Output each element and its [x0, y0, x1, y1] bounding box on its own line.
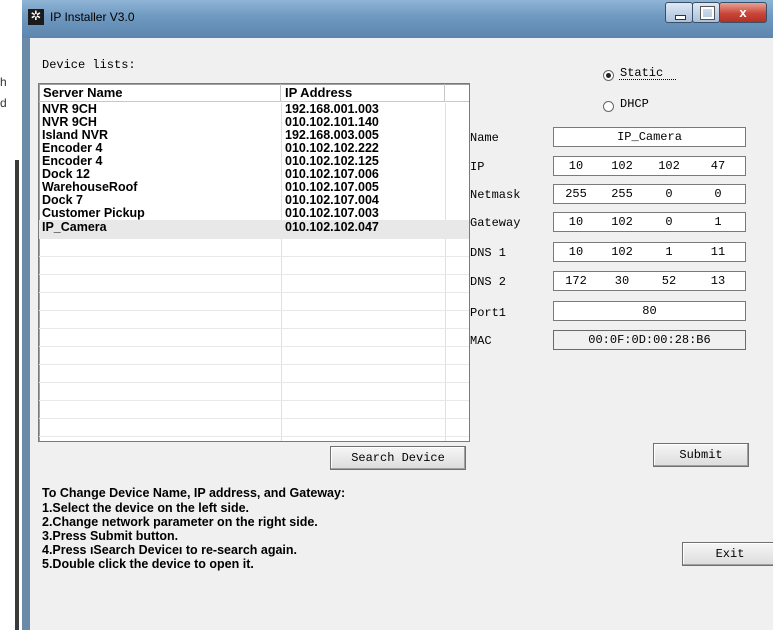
dns1-octet-3[interactable]: 1	[651, 243, 687, 261]
device-list[interactable]: Server Name IP Address NVR 9CH 192.168.0…	[38, 83, 470, 442]
netmask-field[interactable]: 255 255 0 0	[553, 184, 746, 204]
row-gridline	[39, 364, 469, 365]
client-area: Device lists: Server Name IP Address NVR…	[30, 38, 773, 630]
instructions-title: To Change Device Name, IP address, and G…	[42, 486, 346, 500]
gateway-octet-1[interactable]: 10	[558, 213, 594, 231]
server-name-cell: Customer Pickup	[42, 206, 145, 220]
minimize-button[interactable]	[665, 2, 693, 23]
background-divider	[15, 160, 19, 630]
title-bar[interactable]: ✲ IP Installer V3.0 x	[22, 0, 773, 38]
dns1-octet-1[interactable]: 10	[558, 243, 594, 261]
window-title: IP Installer V3.0	[50, 10, 135, 24]
ip-installer-window: ✲ IP Installer V3.0 x Device lists: Serv…	[22, 0, 773, 630]
table-row[interactable]: Island NVR 192.168.003.005	[39, 129, 469, 142]
name-field[interactable]: IP_Camera	[553, 127, 746, 147]
dns2-label: DNS 2	[470, 275, 507, 289]
instruction-step: 4.Press ıSearch Deviceı to re-search aga…	[42, 543, 297, 557]
netmask-label: Netmask	[470, 188, 521, 202]
gateway-label: Gateway	[470, 216, 521, 230]
mac-label: MAC	[470, 334, 492, 348]
background-text-fragment: h	[0, 75, 7, 89]
instruction-step: 1.Select the device on the left side.	[42, 501, 250, 515]
close-button[interactable]: x	[719, 2, 767, 23]
port1-label: Port1	[470, 306, 507, 320]
dns1-octet-2[interactable]: 102	[604, 243, 640, 261]
row-gridline	[39, 418, 469, 419]
device-list-label: Device lists:	[42, 58, 136, 72]
background-text-fragment: d	[0, 96, 7, 110]
netmask-octet-1[interactable]: 255	[558, 185, 594, 203]
app-icon: ✲	[28, 9, 44, 25]
ip-address-cell: 010.102.102.047	[285, 220, 379, 234]
gateway-octet-4[interactable]: 1	[700, 213, 736, 231]
row-gridline	[39, 436, 469, 437]
dns2-octet-3[interactable]: 52	[651, 272, 687, 290]
server-name-cell: IP_Camera	[42, 220, 107, 234]
instruction-step: 3.Press Submit button.	[42, 529, 179, 543]
row-gridline	[39, 346, 469, 347]
minimize-icon	[675, 15, 686, 20]
row-gridline	[39, 292, 469, 293]
dns1-octet-4[interactable]: 11	[700, 243, 736, 261]
row-gridline	[39, 274, 469, 275]
column-header-server-name[interactable]: Server Name	[39, 84, 281, 102]
row-gridline	[39, 328, 469, 329]
table-row[interactable]: NVR 9CH 192.168.001.003	[39, 103, 469, 116]
ip-label: IP	[470, 160, 485, 174]
ip-field[interactable]: 10 102 102 47	[553, 156, 746, 176]
row-gridline	[39, 238, 469, 239]
row-gridline	[39, 256, 469, 257]
ip-octet-4[interactable]: 47	[700, 157, 736, 175]
static-radio[interactable]	[603, 70, 614, 81]
dhcp-label[interactable]: DHCP	[620, 97, 649, 111]
maximize-icon	[700, 6, 715, 20]
column-header-ip-address[interactable]: IP Address	[281, 84, 445, 102]
static-label[interactable]: Static	[620, 66, 663, 80]
row-gridline	[39, 400, 469, 401]
static-focus-underline	[619, 79, 676, 81]
name-label: Name	[470, 131, 499, 145]
dns2-octet-2[interactable]: 30	[604, 272, 640, 290]
dns2-octet-1[interactable]: 172	[558, 272, 594, 290]
port1-field[interactable]: 80	[553, 301, 746, 321]
table-row[interactable]: WarehouseRoof 010.102.107.005	[39, 181, 469, 194]
dns2-field[interactable]: 172 30 52 13	[553, 271, 746, 291]
gateway-octet-2[interactable]: 102	[604, 213, 640, 231]
netmask-octet-3[interactable]: 0	[651, 185, 687, 203]
netmask-octet-2[interactable]: 255	[604, 185, 640, 203]
gateway-octet-3[interactable]: 0	[651, 213, 687, 231]
dhcp-radio[interactable]	[603, 101, 614, 112]
search-device-button[interactable]: Search Device	[330, 446, 466, 470]
ip-address-cell: 010.102.107.003	[285, 206, 379, 220]
submit-button[interactable]: Submit	[653, 443, 749, 467]
gateway-field[interactable]: 10 102 0 1	[553, 212, 746, 232]
netmask-octet-4[interactable]: 0	[700, 185, 736, 203]
row-gridline	[39, 382, 469, 383]
dns1-label: DNS 1	[470, 246, 507, 260]
table-row[interactable]: Encoder 4 010.102.102.222	[39, 142, 469, 155]
maximize-button[interactable]	[692, 2, 720, 23]
dns1-field[interactable]: 10 102 1 11	[553, 242, 746, 262]
ip-octet-2[interactable]: 102	[604, 157, 640, 175]
column-header-spacer	[445, 84, 469, 102]
dns2-octet-4[interactable]: 13	[700, 272, 736, 290]
exit-button[interactable]: Exit	[682, 542, 773, 566]
ip-octet-1[interactable]: 10	[558, 157, 594, 175]
row-gridline	[39, 310, 469, 311]
instruction-step: 5.Double click the device to open it.	[42, 557, 254, 571]
table-row-selected[interactable]: IP_Camera 010.102.102.047	[39, 220, 469, 238]
table-row[interactable]: Customer Pickup 010.102.107.003	[39, 207, 469, 220]
mac-field: 00:0F:0D:00:28:B6	[553, 330, 746, 350]
instruction-step: 2.Change network parameter on the right …	[42, 515, 318, 529]
table-row[interactable]: Encoder 4 010.102.102.125	[39, 155, 469, 168]
close-icon: x	[739, 5, 747, 20]
ip-octet-3[interactable]: 102	[651, 157, 687, 175]
